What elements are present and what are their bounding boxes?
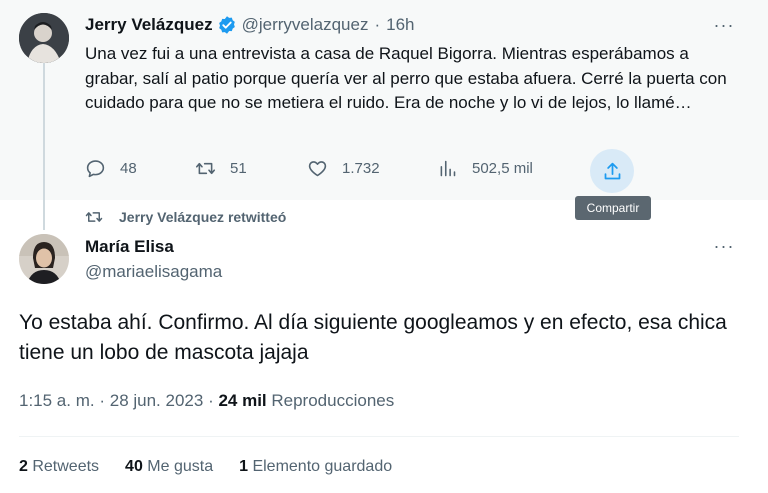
avatar[interactable] <box>19 234 69 284</box>
bookmarks-count: 1 <box>239 458 253 475</box>
divider <box>19 436 739 437</box>
like-button[interactable]: 1.732 <box>307 158 380 179</box>
retweet-icon <box>85 212 103 222</box>
bookmarks-label: Elemento guardado <box>252 458 393 475</box>
separator-dot: · <box>374 15 381 34</box>
heart-icon <box>308 161 327 177</box>
author-handle[interactable]: @mariaelisagama <box>85 262 222 282</box>
views-label: Reproducciones <box>271 391 395 410</box>
share-icon <box>604 162 620 179</box>
tweet-time[interactable]: 1:15 a. m. <box>19 391 95 410</box>
retweet-button[interactable]: 51 <box>195 158 247 179</box>
likes-label: Me gusta <box>147 458 214 475</box>
retweet-context[interactable]: Jerry Velázquez retwitteó <box>85 208 286 226</box>
views-button[interactable]: 502,5 mil <box>437 158 533 179</box>
retweets-stat[interactable]: 2 Retweets <box>19 458 99 476</box>
retweets-label: Retweets <box>32 458 100 475</box>
likes-stat[interactable]: 40 Me gusta <box>125 458 213 476</box>
tweet-stats: 2 Retweets 40 Me gusta 1 Elemento guarda… <box>19 458 418 476</box>
views-count: 502,5 mil <box>472 160 533 177</box>
author-name[interactable]: Jerry Velázquez <box>85 15 213 35</box>
retweets-count: 2 <box>19 458 33 475</box>
share-tooltip: Compartir <box>575 196 651 220</box>
reply-button[interactable]: 48 <box>85 158 137 179</box>
bookmarks-stat[interactable]: 1 Elemento guardado <box>239 458 392 476</box>
share-button[interactable] <box>590 149 634 193</box>
likes-count: 40 <box>125 458 148 475</box>
avatar[interactable] <box>19 13 69 63</box>
tweet-text: Una vez fui a una entrevista a casa de R… <box>85 44 727 112</box>
tweet-date[interactable]: 28 jun. 2023 <box>110 391 204 410</box>
tweet-actions: 48 51 1.732 502,5 mil <box>85 158 645 186</box>
reply-icon <box>86 160 105 178</box>
more-options-icon[interactable]: ··· <box>712 15 736 35</box>
retweet-count: 51 <box>230 160 247 177</box>
more-options-icon[interactable]: ··· <box>712 236 736 256</box>
reply-count: 48 <box>120 160 137 177</box>
like-count: 1.732 <box>342 160 380 177</box>
views-count: 24 mil <box>218 391 272 410</box>
retweet-icon <box>195 162 216 175</box>
quoted-tweet[interactable]: Jerry Velázquez @jerryvelazquez · 16h ··… <box>0 0 768 230</box>
retweet-context-label: Jerry Velázquez retwitteó <box>119 209 287 225</box>
author-handle[interactable]: @jerryvelazquez <box>242 15 369 35</box>
tweet-metadata: 1:15 a. m. · 28 jun. 2023 · 24 mil Repro… <box>19 391 394 411</box>
tweet-text: Yo estaba ahí. Confirmo. Al día siguient… <box>19 311 727 364</box>
tweet-time[interactable]: 16h <box>386 15 414 35</box>
thread-line <box>43 62 45 230</box>
separator-dot: · <box>99 391 110 410</box>
views-icon <box>440 160 456 177</box>
separator-dot: · <box>208 391 219 410</box>
author-name[interactable]: María Elisa <box>85 237 174 257</box>
verified-icon <box>217 15 237 35</box>
